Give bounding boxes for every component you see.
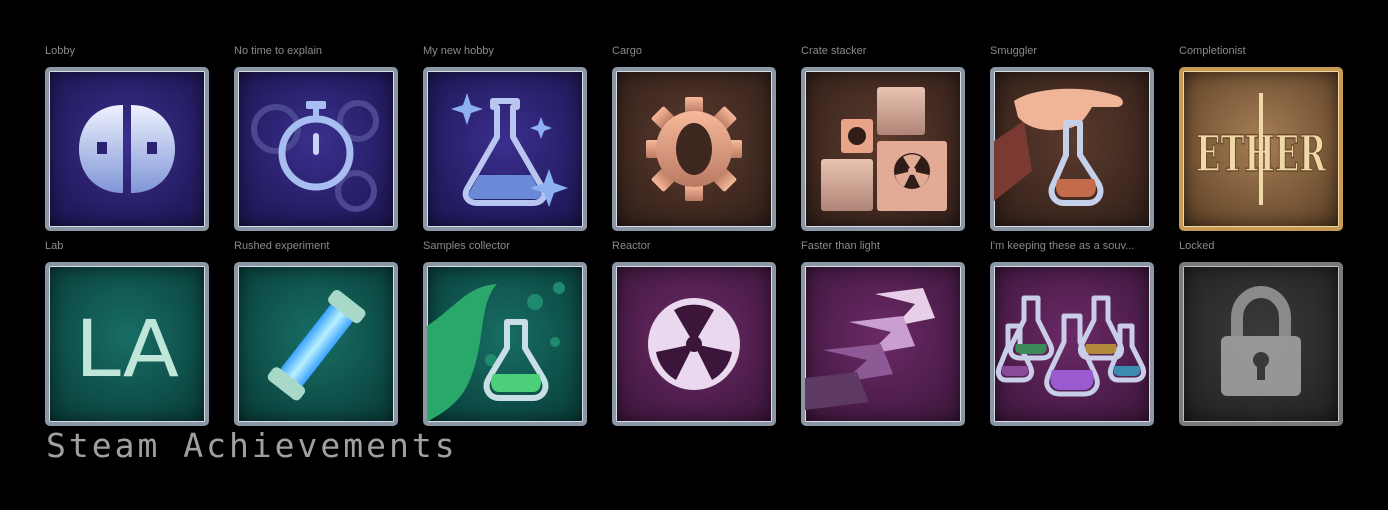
achievement-label: Completionist: [1179, 45, 1246, 57]
achievement-my-new-hobby[interactable]: My new hobby: [423, 44, 587, 231]
achievement-smuggler[interactable]: Smuggler: [990, 44, 1154, 231]
achievement-samples-collector[interactable]: Samples collector: [423, 239, 587, 426]
stopwatch-icon: [251, 100, 379, 212]
radioactive-crates-icon: [821, 87, 947, 211]
radiation-icon: [648, 298, 740, 390]
achievement-tile[interactable]: [990, 67, 1154, 231]
hand-flask-icon: [994, 88, 1123, 206]
achievement-label: Reactor: [612, 240, 651, 252]
achievement-tile[interactable]: [423, 67, 587, 231]
achievement-tile[interactable]: [234, 67, 398, 231]
lab-logo-icon: LA: [75, 305, 179, 395]
achievement-lobby[interactable]: Lobby: [45, 44, 209, 231]
achievement-label: Lobby: [45, 45, 75, 57]
achievement-crate-stacker[interactable]: Crate stacker: [801, 44, 965, 231]
achievement-label: Cargo: [612, 45, 642, 57]
chevrons-icon: [805, 288, 935, 410]
flask-sparkles-icon: [451, 93, 568, 207]
achievement-label: I'm keeping these as a souv...: [990, 240, 1135, 252]
lobby-mask-icon: [79, 105, 175, 193]
achievement-label: Crate stacker: [801, 45, 867, 57]
achievement-label: Samples collector: [423, 240, 510, 252]
gear-ring-icon: [646, 97, 742, 201]
achievement-label: No time to explain: [234, 45, 323, 57]
lock-icon: [1221, 285, 1301, 396]
achievement-completionist[interactable]: Completionist ETHER: [1179, 44, 1343, 231]
page-title: Steam Achievements: [46, 426, 458, 465]
achievement-no-time-to-explain[interactable]: No time to explain: [234, 44, 398, 231]
achievement-rushed-experiment[interactable]: Rushed experiment: [234, 239, 398, 426]
achievement-tile[interactable]: [234, 262, 398, 426]
flask-collection-icon: [995, 295, 1147, 397]
glowing-tube-icon: [267, 290, 366, 401]
achievement-cargo[interactable]: Cargo: [612, 44, 776, 231]
achievement-locked[interactable]: Locked: [1179, 239, 1343, 426]
bubbling-flask-icon: [427, 282, 565, 422]
achievement-tile[interactable]: [612, 67, 776, 231]
achievement-label: My new hobby: [423, 45, 494, 57]
achievement-tile[interactable]: [801, 67, 965, 231]
achievement-label: Faster than light: [801, 240, 880, 252]
achievement-label: Lab: [45, 240, 64, 252]
achievement-souvenir[interactable]: I'm keeping these as a souv...: [990, 239, 1154, 426]
lab-logo-text: LA: [75, 305, 179, 395]
achievement-tile[interactable]: [801, 262, 965, 426]
achievement-faster-than-light[interactable]: Faster than light: [801, 239, 965, 426]
achievement-tile[interactable]: ETHER: [1179, 67, 1343, 231]
ether-logo-icon: ETHER: [1195, 93, 1327, 205]
achievement-reactor[interactable]: Reactor: [612, 239, 776, 426]
achievement-tile[interactable]: [990, 262, 1154, 426]
achievement-tile[interactable]: LA: [45, 262, 209, 426]
achievement-label: Rushed experiment: [234, 240, 330, 252]
achievement-lab[interactable]: Lab LA: [45, 239, 209, 426]
achievement-grid: Lobby No time to explain My new hobby Ca…: [45, 44, 1343, 426]
achievement-tile[interactable]: [1179, 262, 1343, 426]
achievement-tile[interactable]: [423, 262, 587, 426]
achievement-tile[interactable]: [612, 262, 776, 426]
achievement-tile[interactable]: [45, 67, 209, 231]
achievement-label: Locked: [1179, 240, 1215, 252]
achievement-label: Smuggler: [990, 45, 1038, 57]
